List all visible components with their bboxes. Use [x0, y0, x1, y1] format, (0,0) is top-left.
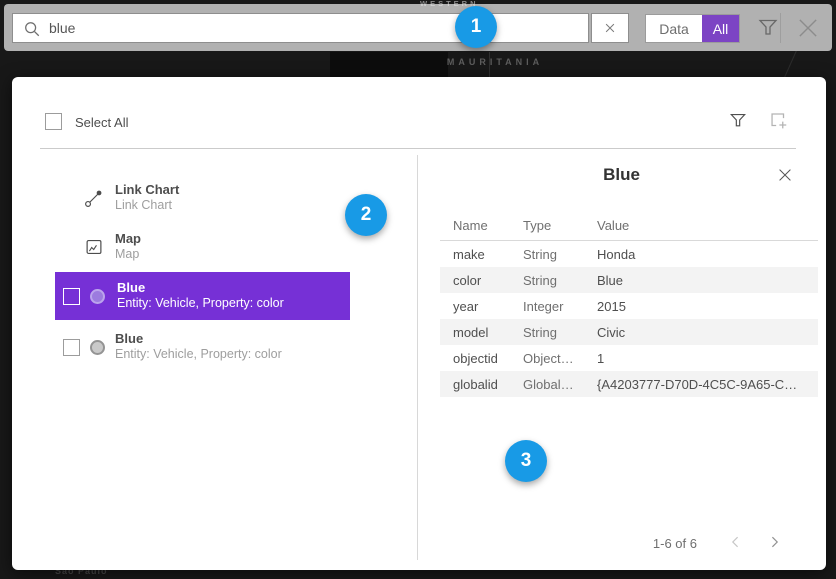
- attr-value: 1: [597, 351, 818, 366]
- search-toolbar: Data All: [4, 4, 832, 51]
- filter-funnel-icon: [728, 110, 748, 130]
- attr-name: globalid: [453, 377, 523, 392]
- clear-x-icon: [603, 21, 617, 35]
- annotation-step-2: 2: [345, 194, 387, 236]
- filter-funnel-icon: [756, 15, 780, 39]
- results-filter-button[interactable]: [728, 110, 748, 135]
- map-label-mauritania: MAURITANIA: [400, 57, 590, 67]
- result-item-link-chart[interactable]: Link Chart Link Chart: [55, 174, 350, 222]
- table-row: model String Civic: [440, 319, 818, 345]
- attr-type: Integer: [523, 299, 597, 314]
- detail-title: Blue: [417, 165, 826, 185]
- add-selection-icon: [767, 109, 789, 131]
- table-row: year Integer 2015: [440, 293, 818, 319]
- scope-all-button[interactable]: All: [702, 15, 739, 42]
- attr-type: Object…: [523, 351, 597, 366]
- clear-search-button[interactable]: [591, 13, 629, 43]
- result-item-map[interactable]: Map Map: [55, 223, 350, 271]
- annotation-step-1: 1: [455, 6, 497, 48]
- result-title: Map: [115, 231, 141, 247]
- attr-value: {A4203777-D70D-4C5C-9A65-C…: [597, 377, 818, 392]
- result-subtitle: Link Chart: [115, 198, 179, 213]
- result-title: Blue: [115, 331, 282, 347]
- attribute-table-header: Name Type Value: [440, 212, 818, 238]
- map-icon: [83, 236, 105, 258]
- result-subtitle: Entity: Vehicle, Property: color: [115, 347, 282, 362]
- result-subtitle: Entity: Vehicle, Property: color: [117, 296, 284, 311]
- pagination-next-button[interactable]: [766, 534, 782, 555]
- column-header-type: Type: [523, 218, 597, 233]
- map-border-line: [784, 49, 798, 79]
- attr-name: color: [453, 273, 523, 288]
- entity-dot-icon: [90, 340, 105, 355]
- attr-type: Global…: [523, 377, 597, 392]
- result-item-blue-selected[interactable]: Blue Entity: Vehicle, Property: color: [55, 272, 350, 320]
- result-checkbox[interactable]: [63, 288, 80, 305]
- chevron-right-icon: [766, 534, 782, 550]
- attr-type: String: [523, 247, 597, 262]
- chevron-left-icon: [728, 534, 744, 550]
- pagination-prev-button[interactable]: [728, 534, 744, 555]
- toolbar-filter-button[interactable]: [756, 15, 780, 44]
- pagination-label: 1-6 of 6: [597, 536, 697, 551]
- column-header-name: Name: [453, 218, 523, 233]
- result-item-blue[interactable]: Blue Entity: Vehicle, Property: color: [55, 323, 350, 371]
- attr-value: Civic: [597, 325, 818, 340]
- table-row: objectid Object… 1: [440, 345, 818, 371]
- close-x-icon: [794, 14, 822, 42]
- table-row: color String Blue: [440, 267, 818, 293]
- annotation-step-3: 3: [505, 440, 547, 482]
- toolbar-close-button[interactable]: [794, 14, 822, 47]
- result-title: Link Chart: [115, 182, 179, 198]
- attr-value: 2015: [597, 299, 818, 314]
- attr-name: model: [453, 325, 523, 340]
- attr-name: make: [453, 247, 523, 262]
- scope-data-button[interactable]: Data: [646, 15, 702, 42]
- search-icon: [23, 20, 41, 38]
- header-divider: [40, 148, 796, 149]
- detail-close-button[interactable]: [776, 166, 794, 189]
- search-scope-toggle: Data All: [645, 14, 740, 43]
- attr-type: String: [523, 273, 597, 288]
- result-checkbox[interactable]: [63, 339, 80, 356]
- attribute-table: make String Honda color String Blue year…: [440, 241, 818, 397]
- select-all-checkbox[interactable]: [45, 113, 62, 130]
- entity-dot-icon: [90, 289, 105, 304]
- select-all-label: Select All: [75, 115, 128, 130]
- link-chart-icon: [83, 187, 105, 209]
- attr-value: Honda: [597, 247, 818, 262]
- attr-value: Blue: [597, 273, 818, 288]
- result-subtitle: Map: [115, 247, 141, 262]
- column-header-value: Value: [597, 218, 818, 233]
- attr-name: objectid: [453, 351, 523, 366]
- panel-divider: [417, 155, 418, 560]
- map-label-western-sahara: WESTERN SAHARA: [420, 0, 504, 8]
- table-row: globalid Global… {A4203777-D70D-4C5C-9A6…: [440, 371, 818, 397]
- add-to-selection-button[interactable]: [767, 109, 789, 136]
- close-x-icon: [776, 166, 794, 184]
- attr-type: String: [523, 325, 597, 340]
- table-row: make String Honda: [440, 241, 818, 267]
- toolbar-divider: [780, 13, 781, 43]
- search-results-panel: Select All Link Chart Link Chart Map: [12, 77, 826, 570]
- attr-name: year: [453, 299, 523, 314]
- search-box[interactable]: [12, 13, 589, 43]
- result-title: Blue: [117, 280, 284, 296]
- search-input[interactable]: [49, 14, 579, 42]
